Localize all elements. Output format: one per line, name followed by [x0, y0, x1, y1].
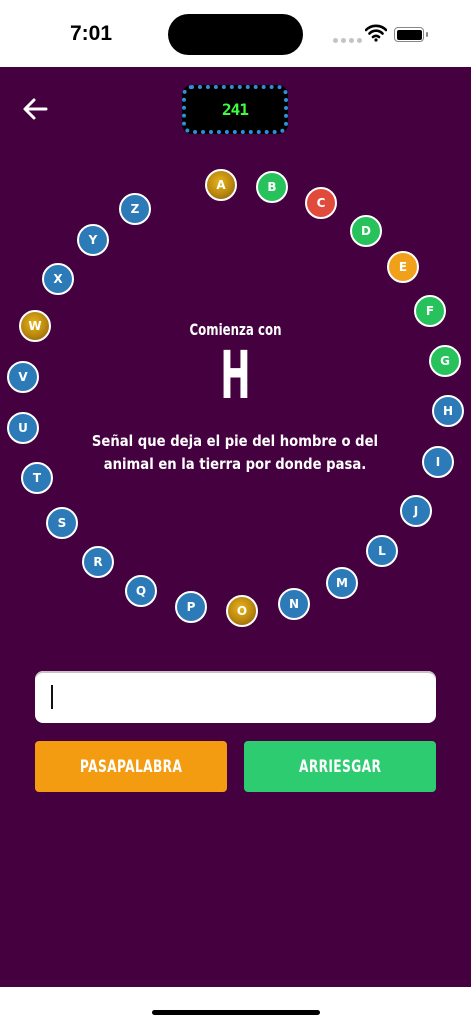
- letter-g-bubble[interactable]: G: [429, 345, 461, 377]
- letter-z-bubble[interactable]: Z: [119, 193, 151, 225]
- letter-j-bubble[interactable]: J: [400, 495, 432, 527]
- letter-d-bubble[interactable]: D: [350, 215, 382, 247]
- letter-x-bubble[interactable]: X: [42, 263, 74, 295]
- answer-input[interactable]: [35, 671, 436, 723]
- text-caret: [51, 685, 53, 709]
- letter-h-bubble[interactable]: H: [432, 395, 464, 427]
- letter-y-bubble[interactable]: Y: [77, 224, 109, 256]
- letter-l-bubble[interactable]: L: [366, 535, 398, 567]
- letter-a-bubble[interactable]: A: [205, 169, 237, 201]
- letter-q-bubble[interactable]: Q: [125, 575, 157, 607]
- battery-icon: [394, 27, 424, 42]
- letter-i-bubble[interactable]: I: [422, 446, 454, 478]
- current-letter: H: [220, 337, 251, 414]
- home-indicator: [152, 1010, 320, 1015]
- letter-r-bubble[interactable]: R: [82, 546, 114, 578]
- letter-v-bubble[interactable]: V: [7, 361, 39, 393]
- letter-o-bubble[interactable]: O: [226, 595, 258, 627]
- pasapalabra-button[interactable]: PASAPALABRA: [35, 741, 227, 792]
- letter-c-bubble[interactable]: C: [305, 187, 337, 219]
- status-bar: 7:01: [0, 0, 471, 67]
- letter-s-bubble[interactable]: S: [46, 507, 78, 539]
- status-time: 7:01: [70, 22, 113, 45]
- letter-e-bubble[interactable]: E: [387, 251, 419, 283]
- letter-p-bubble[interactable]: P: [175, 591, 207, 623]
- letter-t-bubble[interactable]: T: [21, 462, 53, 494]
- letter-m-bubble[interactable]: M: [326, 567, 358, 599]
- back-arrow-icon[interactable]: [20, 93, 52, 125]
- cellular-signal-icon: [333, 38, 362, 43]
- wifi-icon: [365, 24, 387, 42]
- pasapalabra-label: PASAPALABRA: [79, 756, 183, 777]
- letter-u-bubble[interactable]: U: [7, 412, 39, 444]
- dynamic-island: [168, 14, 303, 55]
- countdown-timer: 241: [182, 85, 288, 134]
- clue-text: Señal que deja el pie del hombre o del a…: [91, 432, 379, 474]
- arriesgar-button[interactable]: ARRIESGAR: [244, 741, 436, 792]
- letter-n-bubble[interactable]: N: [278, 588, 310, 620]
- letter-b-bubble[interactable]: B: [256, 171, 288, 203]
- arriesgar-label: ARRIESGAR: [298, 756, 382, 777]
